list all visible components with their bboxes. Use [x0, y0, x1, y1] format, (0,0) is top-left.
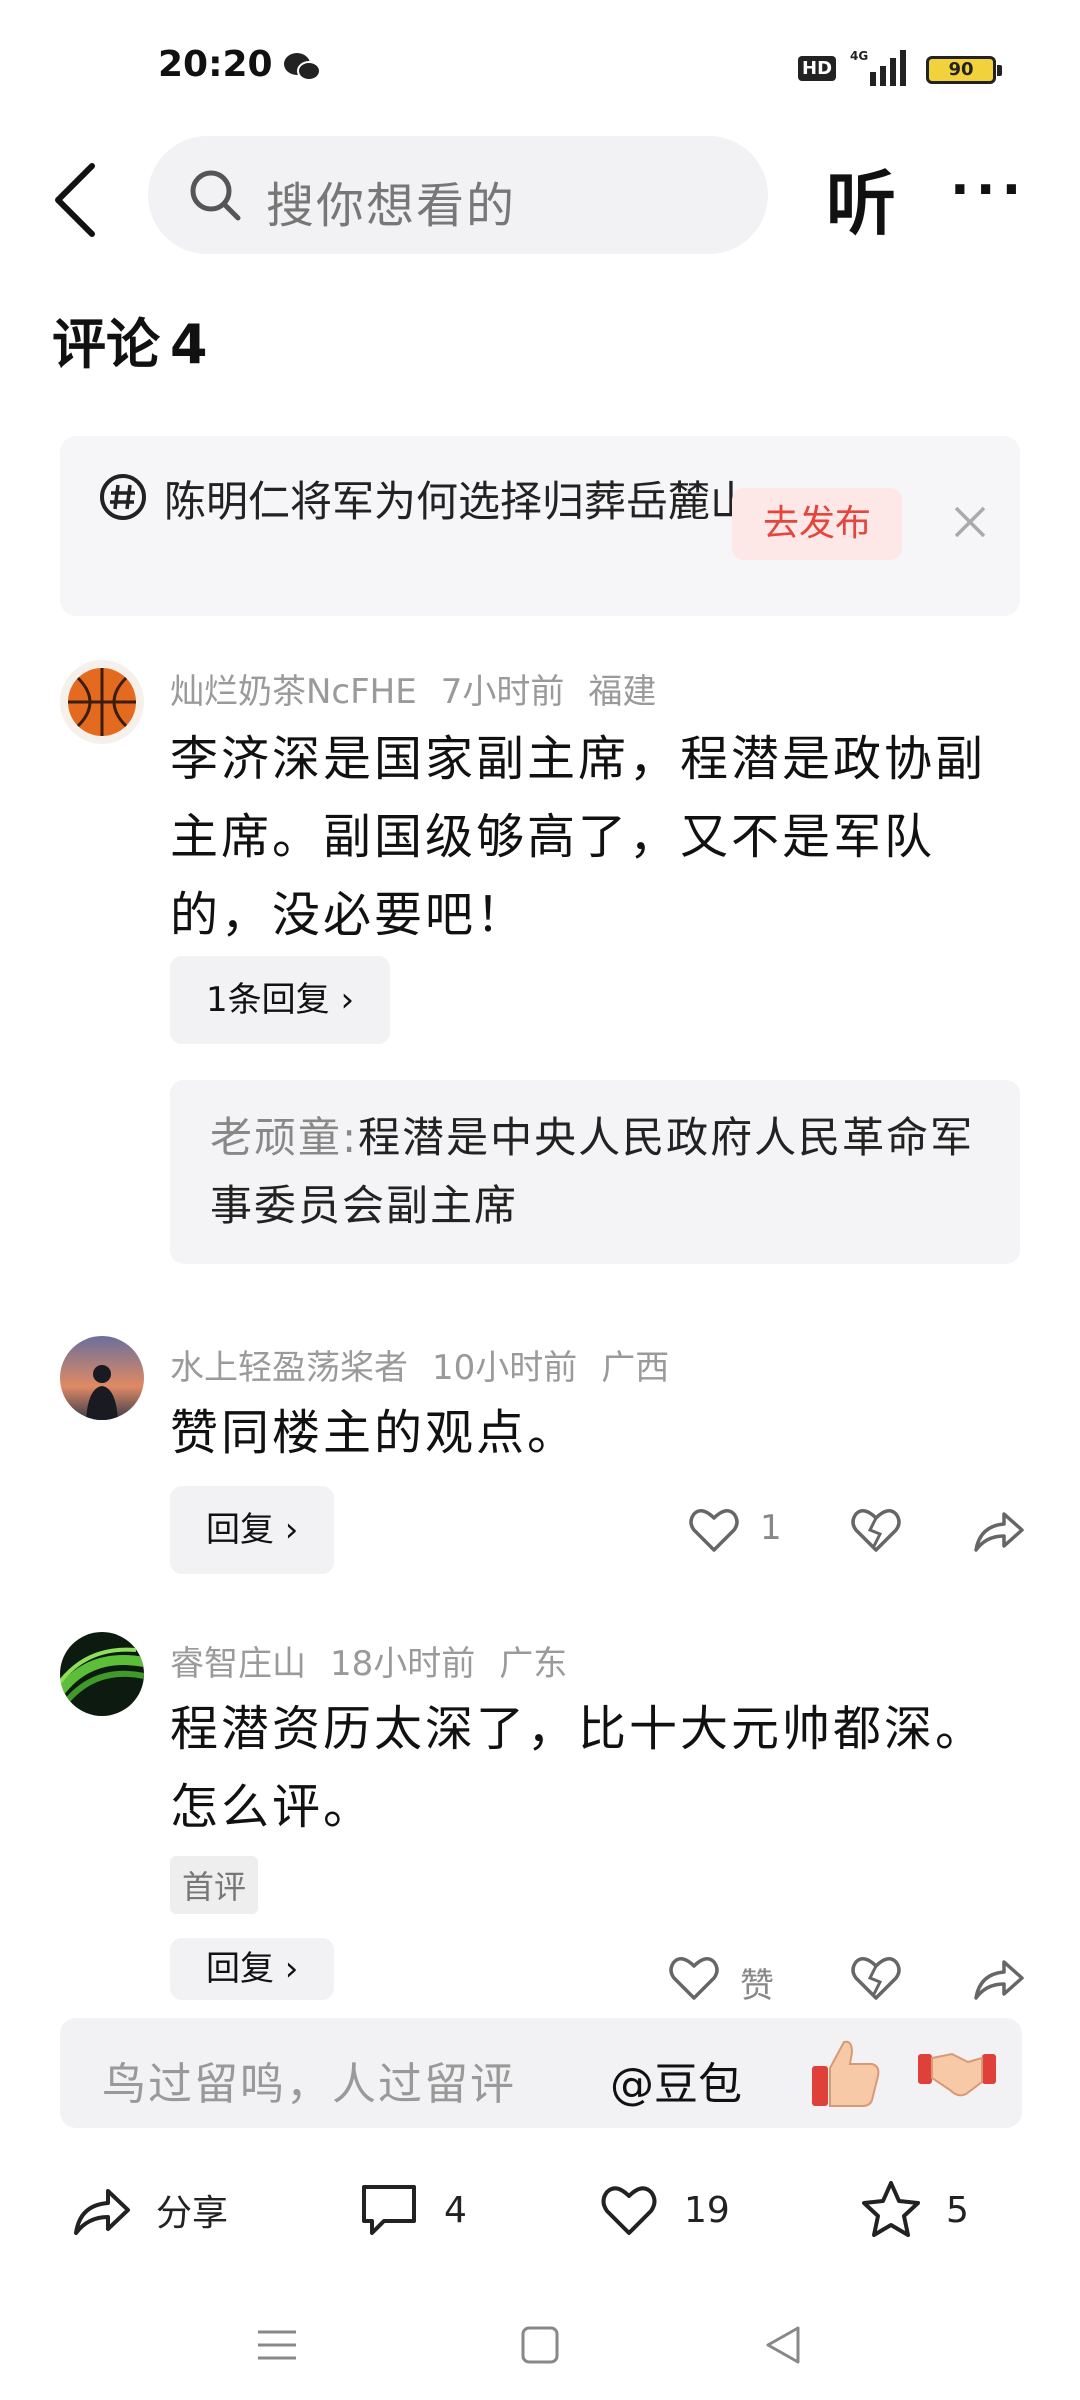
status-time: 20:20 — [158, 44, 273, 85]
home-square-icon[interactable] — [515, 2320, 565, 2370]
system-nav-bar — [0, 2300, 1080, 2400]
comments-count: 4 — [170, 313, 208, 376]
avatar[interactable] — [60, 1632, 144, 1716]
reply-button[interactable]: 回复 › — [170, 1486, 335, 1574]
sub-reply[interactable]: 老顽童:程潜是中央人民政府人民革命军事委员会副主席 — [170, 1080, 1020, 1264]
heart-icon — [601, 2186, 657, 2235]
bottom-action-bar: 分享 4 19 5 — [0, 2160, 1080, 2260]
search-placeholder: 搜你想看的 — [266, 178, 517, 234]
topic-card[interactable]: 陈明仁将军为何选择归葬岳麓山 去发布 — [60, 436, 1020, 616]
comment-meta: 水上轻盈荡桨者 10小时前 广西 — [170, 1340, 693, 1389]
comment-location: 广东 — [499, 1644, 568, 1684]
reply-button[interactable]: 回复 › — [170, 1938, 335, 2000]
favorites-total: 5 — [946, 2189, 969, 2231]
signal-icon: 4G — [850, 49, 906, 86]
listen-button[interactable]: 听 — [826, 148, 896, 249]
share-arrow-icon[interactable] — [970, 1950, 1026, 2006]
like-heart-icon[interactable] — [666, 1950, 722, 2006]
comment-author[interactable]: 灿烂奶茶NcFHE — [170, 672, 417, 712]
dislike-broken-heart-icon[interactable] — [848, 1950, 904, 2006]
search-icon — [190, 170, 241, 221]
comment-time: 10小时前 — [432, 1348, 578, 1388]
hd-badge: HD — [798, 56, 837, 81]
comment-meta: 灿烂奶茶NcFHE 7小时前 福建 — [170, 664, 680, 713]
menu-icon[interactable] — [252, 2320, 302, 2370]
topic-text: 陈明仁将军为何选择归葬岳麓山 — [164, 477, 753, 526]
more-menu-button[interactable]: ··· — [950, 164, 1027, 216]
comment-text: 赞同楼主的观点。 — [170, 1405, 579, 1461]
comment-bubble-icon — [362, 2185, 416, 2235]
dislike-broken-heart-icon[interactable] — [848, 1502, 904, 1558]
share-button[interactable]: 分享 — [70, 2178, 228, 2242]
search-bar[interactable]: 搜你想看的 — [148, 136, 768, 254]
comments-button[interactable]: 4 — [358, 2178, 467, 2242]
view-replies-button[interactable]: 1条回复 › — [170, 956, 391, 1044]
share-arrow-icon[interactable] — [970, 1502, 1026, 1558]
like-label: 赞 — [740, 1966, 774, 2006]
back-arrow-icon[interactable] — [50, 160, 100, 240]
like-heart-icon[interactable] — [686, 1502, 742, 1558]
comment-time: 7小时前 — [440, 672, 565, 712]
comments-total: 4 — [444, 2189, 467, 2231]
comments-heading: 评论 4 — [52, 300, 208, 379]
mention-doubao-button[interactable]: @豆包 — [610, 2048, 742, 2112]
comment-author[interactable]: 睿智庄山 — [170, 1644, 306, 1684]
share-icon — [74, 2189, 130, 2235]
comment-meta: 睿智庄山 18小时前 广东 — [170, 1636, 591, 1685]
like-button[interactable]: 19 — [598, 2178, 730, 2242]
handshake-emoji-icon[interactable] — [916, 2036, 998, 2106]
share-label: 分享 — [156, 2193, 229, 2234]
star-icon — [862, 2181, 920, 2237]
comment-input[interactable]: 鸟过留鸣，人过留评 @豆包 — [60, 2018, 1022, 2128]
avatar[interactable] — [60, 660, 144, 744]
battery-indicator: 90 — [926, 56, 1002, 84]
comment-time: 18小时前 — [330, 1644, 476, 1684]
comment-location: 广西 — [601, 1348, 670, 1388]
comment-author[interactable]: 水上轻盈荡桨者 — [170, 1348, 408, 1388]
wechat-icon — [284, 53, 321, 81]
comment-text: 李济深是国家副主席，程潜是政协副主席。副国级够高了，又不是军队的，没必要吧！ — [170, 731, 987, 943]
svg-text:4G: 4G — [850, 49, 868, 63]
back-triangle-icon[interactable] — [758, 2320, 808, 2370]
thumbs-up-emoji-icon[interactable] — [806, 2032, 886, 2112]
sub-reply-author: 老顽童: — [210, 1113, 359, 1162]
likes-total: 19 — [684, 2189, 730, 2231]
comment-input-placeholder: 鸟过留鸣，人过留评 — [102, 2059, 516, 2110]
avatar[interactable] — [60, 1336, 144, 1420]
status-bar: 20:20 HD 4G 90 — [0, 0, 1080, 130]
like-count: 1 — [760, 1508, 782, 1548]
comment-location: 福建 — [588, 672, 657, 712]
first-comment-badge: 首评 — [170, 1856, 259, 1914]
comments-title-label: 评论 — [52, 313, 160, 376]
close-icon[interactable] — [950, 502, 990, 542]
publish-button[interactable]: 去发布 — [732, 488, 902, 560]
favorite-button[interactable]: 5 — [860, 2178, 969, 2242]
comment-text: 程潜资历太深了，比十大元帅都深。怎么评。 — [170, 1701, 987, 1835]
